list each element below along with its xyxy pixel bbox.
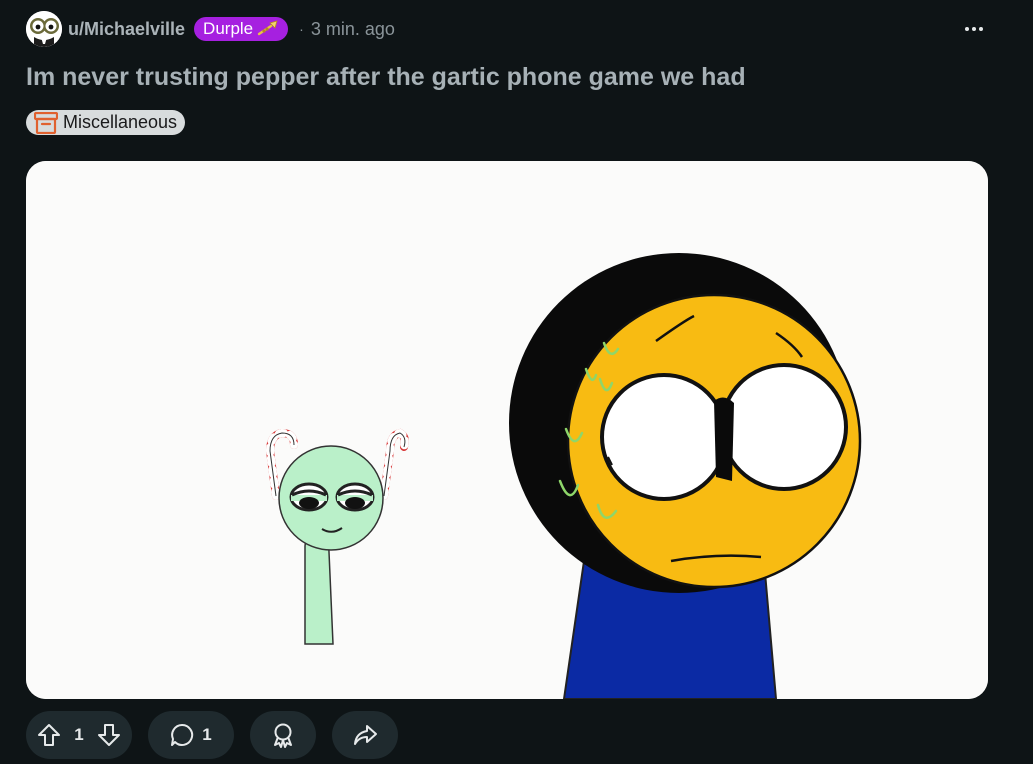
more-horizontal-icon-dot [972, 27, 976, 31]
speech-bubble-icon [171, 723, 194, 746]
more-horizontal-icon [965, 27, 969, 31]
award-button[interactable] [250, 711, 316, 759]
post-timestamp: 3 min. ago [310, 18, 395, 39]
author-username[interactable]: u/Michaelville [68, 19, 185, 40]
award-icon [274, 723, 292, 748]
arrow-up-icon [38, 724, 60, 746]
author-avatar[interactable] [26, 11, 62, 47]
avatar-image [26, 11, 62, 47]
share-arrow-icon [354, 725, 377, 745]
user-flair-badge: Durple [194, 17, 289, 41]
downvote-button[interactable] [96, 722, 122, 748]
action-bar: 1 1 [26, 711, 398, 759]
share-button[interactable] [332, 711, 398, 759]
trumpet-icon [257, 20, 278, 36]
post-card: u/Michaelville Durple · 3 min. ago Im ne… [0, 0, 1033, 764]
arrow-down-icon [98, 724, 120, 746]
more-options-button[interactable] [960, 17, 988, 41]
comment-count: 1 [202, 725, 212, 744]
more-horizontal-icon-dot [979, 27, 983, 31]
user-flair-label: Durple [203, 19, 254, 38]
cartoon-illustration [26, 161, 988, 699]
post-flair-label: Miscellaneous [63, 112, 178, 132]
archive-box-icon [34, 111, 58, 134]
upvote-count: 1 [74, 725, 84, 744]
comments-button[interactable]: 1 [148, 711, 234, 759]
post-title[interactable]: Im never trusting pepper after the garti… [26, 61, 986, 93]
meta-separator: · [299, 21, 304, 37]
post-header: u/Michaelville Durple · 3 min. ago [26, 11, 994, 47]
post-image[interactable] [26, 161, 988, 699]
post-flair-tag[interactable]: Miscellaneous [26, 110, 186, 135]
upvote-button[interactable] [36, 722, 62, 748]
vote-control: 1 [26, 711, 132, 759]
